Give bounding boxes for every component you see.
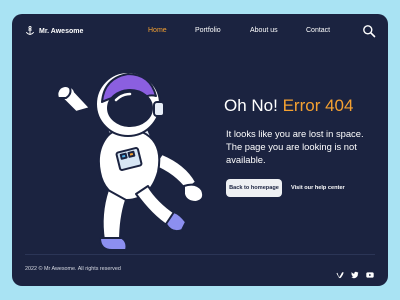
back-to-homepage-button[interactable]: Back to homepage (226, 179, 282, 197)
nav-item-contact[interactable]: Contact (306, 27, 330, 34)
copyright-text: 2022 © Mr Awesome. All rights reserved (25, 266, 121, 272)
title-error-code: Error 404 (282, 96, 354, 115)
search-icon[interactable] (362, 24, 376, 38)
help-center-link[interactable]: Visit our help center (291, 179, 345, 197)
error-description: It looks like you are lost in space. The… (226, 128, 364, 165)
page-title: Oh No! Error 404 (224, 96, 353, 116)
error-page-panel: Mr. Awesome Home Portfolio About us Cont… (12, 14, 388, 286)
anchor-icon (25, 26, 35, 36)
title-prefix: Oh No! (224, 96, 278, 115)
brand-logo-link[interactable]: Mr. Awesome (25, 26, 83, 36)
twitter-icon[interactable] (351, 266, 359, 279)
site-header: Mr. Awesome Home Portfolio About us Cont… (12, 14, 388, 50)
youtube-icon[interactable] (366, 266, 374, 278)
vimeo-icon[interactable] (336, 266, 344, 279)
nav-item-portfolio[interactable]: Portfolio (195, 27, 221, 34)
nav-item-about-us[interactable]: About us (250, 27, 278, 34)
nav-item-home[interactable]: Home (148, 27, 167, 34)
footer-divider (25, 254, 375, 255)
astronaut-illustration (46, 54, 236, 254)
brand-name: Mr. Awesome (39, 27, 84, 35)
